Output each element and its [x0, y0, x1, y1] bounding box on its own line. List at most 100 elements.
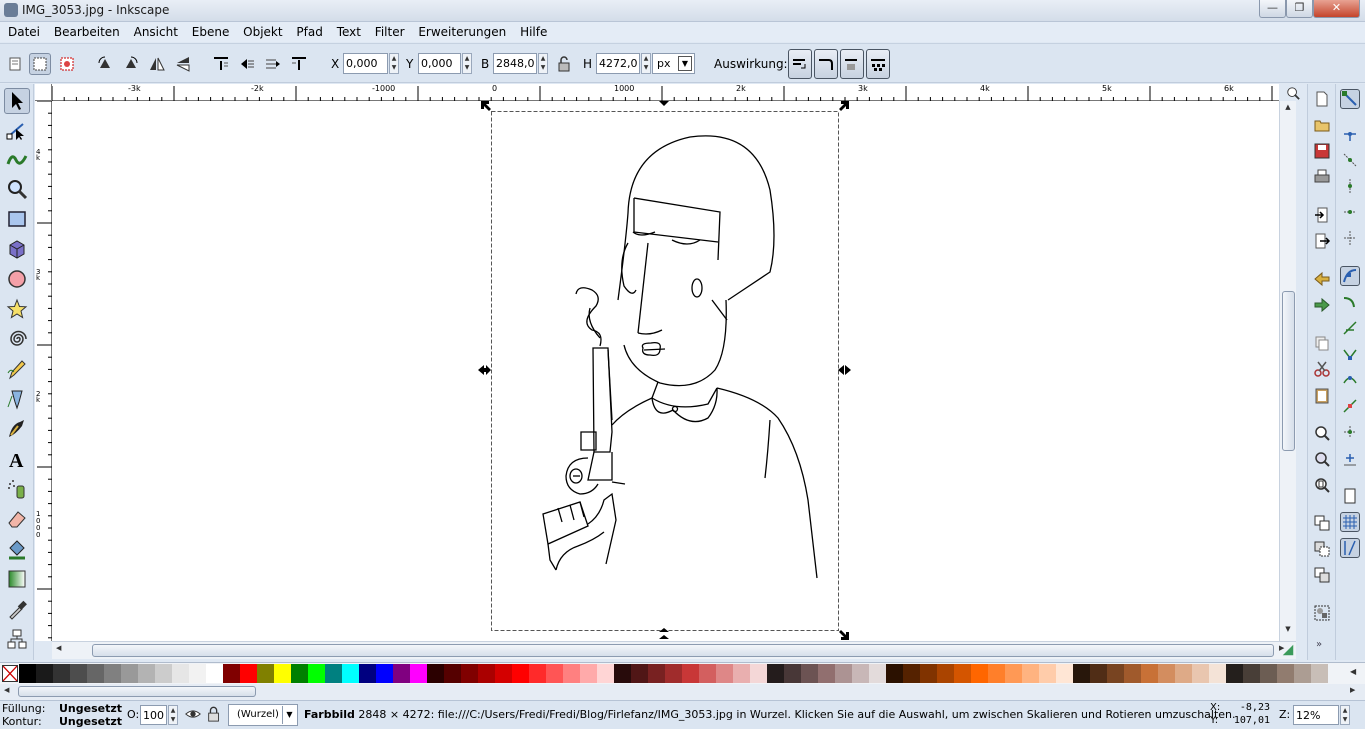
color-swatch[interactable] — [1192, 664, 1209, 683]
raise-to-top-icon[interactable] — [210, 53, 232, 75]
palette-scroll-thumb[interactable] — [18, 686, 256, 697]
color-swatch[interactable] — [325, 664, 342, 683]
snap-line-midpoint-icon[interactable] — [1340, 396, 1360, 416]
color-swatch[interactable] — [699, 664, 716, 683]
menu-erweiterungen[interactable]: Erweiterungen — [418, 22, 506, 39]
height-field[interactable] — [596, 53, 640, 74]
horizontal-scrollbar[interactable]: ◀ ▶ — [52, 641, 1296, 659]
spray-tool-icon[interactable] — [4, 476, 30, 502]
color-swatch[interactable] — [478, 664, 495, 683]
color-swatch[interactable] — [1175, 664, 1192, 683]
zoom-drawing-icon[interactable] — [1312, 449, 1332, 469]
color-swatch[interactable] — [665, 664, 682, 683]
palette-scroll-left-icon[interactable]: ◀ — [4, 686, 9, 694]
color-swatch[interactable] — [1243, 664, 1260, 683]
color-swatch[interactable] — [172, 664, 189, 683]
snap-object-center-icon[interactable] — [1340, 422, 1360, 442]
color-swatch[interactable] — [767, 664, 784, 683]
color-swatch[interactable] — [444, 664, 461, 683]
menu-bearbeiten[interactable]: Bearbeiten — [54, 22, 120, 39]
undo-icon[interactable] — [1312, 269, 1332, 289]
scale-stroke-toggle[interactable] — [788, 49, 812, 79]
color-swatch[interactable] — [308, 664, 325, 683]
opacity-field[interactable] — [140, 705, 167, 725]
zoom-page-icon[interactable] — [1312, 475, 1332, 495]
color-swatch[interactable] — [512, 664, 529, 683]
color-swatch[interactable] — [954, 664, 971, 683]
y-field[interactable] — [418, 53, 461, 74]
open-icon[interactable] — [1312, 115, 1332, 135]
snap-guides-icon[interactable] — [1340, 538, 1360, 558]
gradient-tool-icon[interactable] — [4, 566, 30, 592]
color-swatch[interactable] — [87, 664, 104, 683]
color-swatch[interactable] — [427, 664, 444, 683]
color-swatch[interactable] — [1124, 664, 1141, 683]
snap-paths-icon[interactable] — [1340, 292, 1360, 312]
color-swatch[interactable] — [1039, 664, 1056, 683]
color-swatch[interactable] — [631, 664, 648, 683]
redo-icon[interactable] — [1312, 295, 1332, 315]
hide-layer-icon[interactable] — [184, 705, 204, 725]
menu-filter[interactable]: Filter — [375, 22, 405, 39]
snap-smooth-nodes-icon[interactable] — [1340, 370, 1360, 390]
palette-scroll-right-icon[interactable]: ▶ — [1350, 686, 1355, 694]
color-swatch[interactable] — [1073, 664, 1090, 683]
color-swatch[interactable] — [104, 664, 121, 683]
stroke-value[interactable]: Ungesetzt — [59, 715, 122, 728]
color-swatch[interactable] — [988, 664, 1005, 683]
x-spinner[interactable]: ▲ ▼ — [389, 53, 399, 74]
minimize-button[interactable]: — — [1259, 0, 1286, 18]
transform-patterns-toggle[interactable] — [866, 49, 890, 79]
color-swatch[interactable] — [1277, 664, 1294, 683]
color-swatch[interactable] — [580, 664, 597, 683]
unit-select[interactable]: px ▼ — [652, 53, 695, 74]
print-icon[interactable] — [1312, 167, 1332, 187]
vertical-scrollbar[interactable]: ▲ ▼ — [1279, 101, 1296, 641]
save-icon[interactable] — [1312, 141, 1332, 161]
palette-scrollbar[interactable]: ◀ ▶ — [0, 684, 1365, 700]
horizontal-scroll-thumb[interactable] — [92, 644, 1274, 657]
color-swatch[interactable] — [19, 664, 36, 683]
rectangle-tool-icon[interactable] — [4, 206, 30, 232]
scroll-down-icon[interactable]: ▼ — [1281, 625, 1295, 637]
opacity-spinner[interactable]: ▲ ▼ — [168, 705, 178, 725]
color-swatch[interactable] — [937, 664, 954, 683]
color-swatch[interactable] — [257, 664, 274, 683]
menu-ansicht[interactable]: Ansicht — [134, 22, 178, 39]
new-document-icon[interactable] — [1312, 89, 1332, 109]
zoom-tool-icon[interactable] — [4, 176, 30, 202]
3d-box-tool-icon[interactable] — [4, 236, 30, 262]
width-field[interactable] — [493, 53, 537, 74]
color-swatch[interactable] — [1311, 664, 1328, 683]
no-paint-swatch[interactable] — [2, 665, 18, 682]
snap-rotation-center-icon[interactable] — [1340, 448, 1360, 468]
color-swatch[interactable] — [1209, 664, 1226, 683]
lock-icon[interactable] — [553, 53, 575, 75]
menu-objekt[interactable]: Objekt — [243, 22, 282, 39]
eraser-tool-icon[interactable] — [4, 506, 30, 532]
menu-ebene[interactable]: Ebene — [192, 22, 230, 39]
spiral-tool-icon[interactable] — [4, 326, 30, 352]
color-swatch[interactable] — [410, 664, 427, 683]
copy-icon[interactable] — [1312, 333, 1332, 353]
unlink-clone-icon[interactable] — [1312, 565, 1332, 585]
paste-icon[interactable] — [1312, 385, 1332, 405]
lower-to-bottom-icon[interactable] — [288, 53, 310, 75]
lower-icon[interactable] — [262, 53, 284, 75]
deselect-icon[interactable] — [56, 53, 78, 75]
snap-bbox-midpoint-icon[interactable] — [1340, 202, 1360, 222]
color-swatch[interactable] — [597, 664, 614, 683]
color-swatch[interactable] — [1158, 664, 1175, 683]
close-button[interactable]: ✕ — [1313, 0, 1360, 18]
zoom-fit-icon[interactable] — [1279, 84, 1307, 101]
connector-tool-icon[interactable] — [4, 626, 30, 652]
color-swatch[interactable] — [835, 664, 852, 683]
pencil-tool-icon[interactable] — [4, 356, 30, 382]
snap-bbox-corner-icon[interactable] — [1340, 176, 1360, 196]
rotate-ccw-icon[interactable] — [94, 53, 116, 75]
snap-bbox-icon[interactable] — [1340, 124, 1360, 144]
color-swatch[interactable] — [461, 664, 478, 683]
pen-tool-icon[interactable] — [4, 386, 30, 412]
selector-tool-icon[interactable] — [4, 88, 30, 114]
color-swatch[interactable] — [189, 664, 206, 683]
